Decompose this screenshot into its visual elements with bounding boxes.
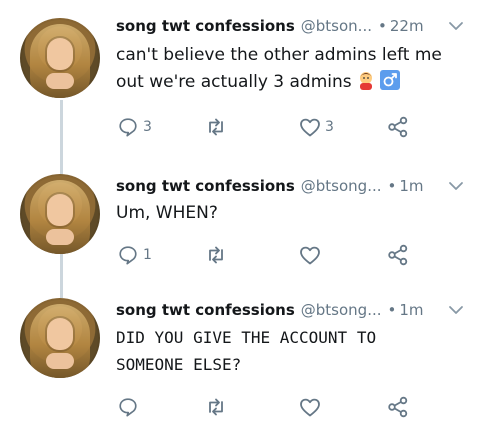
avatar-face <box>47 38 73 70</box>
like-count: 3 <box>325 119 334 135</box>
avatar[interactable] <box>20 18 100 98</box>
tweet-text: DID YOU GIVE THE ACCOUNT TO SOMEONE ELSE… <box>116 328 377 374</box>
person-gesturing-icon <box>356 70 376 90</box>
avatar-hands <box>46 353 74 369</box>
share-button[interactable] <box>386 242 410 268</box>
retweet-button[interactable] <box>204 394 231 420</box>
tweet-actions: 1 <box>116 242 416 268</box>
retweet-icon <box>204 115 228 139</box>
reply-icon <box>116 395 140 419</box>
tweet-text: can't believe the other admins left me o… <box>116 42 462 96</box>
share-button[interactable] <box>386 114 410 140</box>
male-sign-icon <box>379 70 400 90</box>
retweet-icon <box>204 395 228 419</box>
reply-icon <box>116 243 140 267</box>
share-icon <box>386 243 410 267</box>
tweet-header: song twt confessions @btson... • 22m <box>116 14 466 38</box>
tweet-thread: song twt confessions @btson... • 22m can… <box>0 0 480 436</box>
avatar[interactable] <box>20 174 100 254</box>
retweet-icon <box>204 243 228 267</box>
tweet-actions: 3 3 <box>116 114 416 140</box>
timestamp[interactable]: 22m <box>390 17 424 35</box>
tweet[interactable]: song twt confessions @btsong... • 1m Um,… <box>0 160 480 286</box>
display-name[interactable]: song twt confessions <box>116 301 295 319</box>
tweet-header: song twt confessions @btsong... • 1m <box>116 298 466 322</box>
tweet-header: song twt confessions @btsong... • 1m <box>116 174 466 198</box>
reply-button[interactable]: 3 <box>116 114 152 140</box>
user-handle[interactable]: @btson... <box>301 17 372 35</box>
heart-icon <box>298 243 322 267</box>
timestamp[interactable]: 1m <box>399 177 423 195</box>
tweet[interactable]: song twt confessions @btson... • 22m can… <box>0 0 480 160</box>
avatar[interactable] <box>20 298 100 378</box>
display-name[interactable]: song twt confessions <box>116 177 295 195</box>
reply-count: 3 <box>143 119 152 135</box>
tweet-actions <box>116 394 416 420</box>
share-button[interactable] <box>386 394 410 420</box>
tweet-text: Um, WHEN? <box>116 203 218 223</box>
avatar-face <box>47 318 73 350</box>
timestamp[interactable]: 1m <box>399 301 423 319</box>
user-handle[interactable]: @btsong... <box>301 177 382 195</box>
share-icon <box>386 115 410 139</box>
like-button[interactable] <box>298 394 325 420</box>
avatar-face <box>47 194 73 226</box>
chevron-down-icon[interactable] <box>446 176 466 196</box>
retweet-button[interactable] <box>204 242 231 268</box>
reply-icon <box>116 115 140 139</box>
tweet[interactable]: song twt confessions @btsong... • 1m DID… <box>0 286 480 436</box>
heart-icon <box>298 115 322 139</box>
reply-count: 1 <box>143 247 152 263</box>
display-name[interactable]: song twt confessions <box>116 17 295 35</box>
meta-separator: • <box>387 301 397 319</box>
chevron-down-icon[interactable] <box>446 300 466 320</box>
meta-separator: • <box>387 177 397 195</box>
user-handle[interactable]: @btsong... <box>301 301 382 319</box>
reply-button[interactable]: 1 <box>116 242 152 268</box>
like-button[interactable] <box>298 242 325 268</box>
avatar-hands <box>46 229 74 245</box>
heart-icon <box>298 395 322 419</box>
reply-button[interactable] <box>116 394 143 420</box>
avatar-hands <box>46 73 74 89</box>
share-icon <box>386 395 410 419</box>
meta-separator: • <box>378 17 387 35</box>
chevron-down-icon[interactable] <box>446 16 466 36</box>
like-button[interactable]: 3 <box>298 114 334 140</box>
retweet-button[interactable] <box>204 114 231 140</box>
